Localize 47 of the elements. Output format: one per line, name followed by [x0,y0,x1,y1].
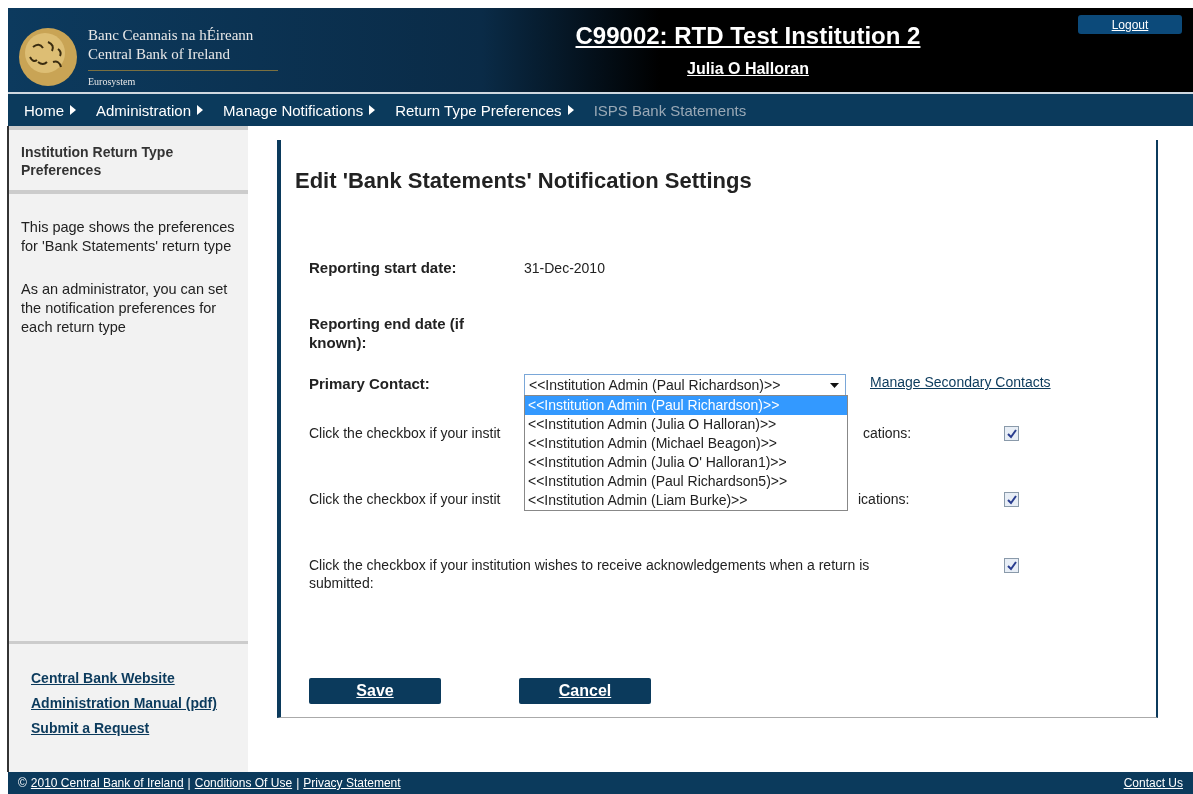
contact-select[interactable]: <<Institution Admin (Paul Richardson)>> [524,374,846,396]
breadcrumb-link[interactable]: ISPS Bank Statements [593,101,747,119]
footer-link[interactable]: 2010 Central Bank of Ireland [30,776,184,790]
sidebar-title: Institution Return Type Preferences [9,130,248,194]
start-date: 31-Dec-2010 [524,259,605,276]
save-button[interactable]: Save [309,678,441,704]
field-label: Primary Contact: [309,374,431,393]
institution-title[interactable]: C99002: RTD Test Institution 2 [575,22,921,50]
copyright-sign: © [18,776,27,790]
footer-link[interactable]: Conditions Of Use [194,776,293,790]
sidebar-link[interactable]: Submit a Request [31,720,226,736]
eurosystem-label: Eurosystem [88,70,278,87]
cancel-button[interactable]: Cancel [519,678,651,704]
sidebar-link[interactable]: Central Bank Website [31,670,226,686]
checkbox-label: cations: [863,425,912,441]
breadcrumb-link[interactable]: Administration [96,101,204,119]
separator: | [187,776,191,790]
triangle-icon [369,105,376,115]
contact-link[interactable]: Contact Us [1123,776,1183,790]
logout-button[interactable]: Logout [1078,15,1182,34]
triangle-icon [197,105,204,115]
checkbox-label: ications: [858,491,910,507]
checkbox[interactable] [1004,558,1019,573]
user-name[interactable]: Julia O Halloran [687,60,809,78]
field-label: Reporting start date: [309,258,458,277]
triangle-icon [567,105,574,115]
checkbox[interactable] [1004,426,1019,441]
breadcrumb-link[interactable]: Home [24,101,76,119]
page-title: Edit 'Bank Statements' Notification Settings [295,168,753,194]
bank-name: Central Bank of Ireland [88,45,232,64]
checkbox[interactable] [1004,492,1019,507]
logo-icon [18,26,78,87]
field-label: Reporting end date (if known): [309,314,465,352]
checkbox-label: Click the checkbox if your institution wishes to receive acknowledgements when a return is submitted: [309,556,871,592]
separator: | [296,776,300,790]
sidebar-text: As an administrator, you can set the notification preferences for each return type [21,280,229,337]
secondary-contacts-link[interactable]: Manage Secondary Contacts [870,374,1051,390]
breadcrumb-link[interactable]: Return Type Preferences [395,101,574,119]
sidebar-link[interactable]: Administration Manual (pdf) [31,695,226,711]
footer-link[interactable]: Privacy Statement [303,776,401,790]
sidebar-text: This page shows the preferences for 'Bank Statements' return type [21,218,235,256]
checkbox-label: Click the checkbox if your instit [309,491,501,507]
bank-name: Banc Ceannais na hÉireann [88,26,255,45]
caret-icon [830,382,839,388]
checkbox-label: Click the checkbox if your instit [309,425,501,441]
breadcrumb-link[interactable]: Manage Notifications [223,101,376,119]
triangle-icon [70,105,76,115]
